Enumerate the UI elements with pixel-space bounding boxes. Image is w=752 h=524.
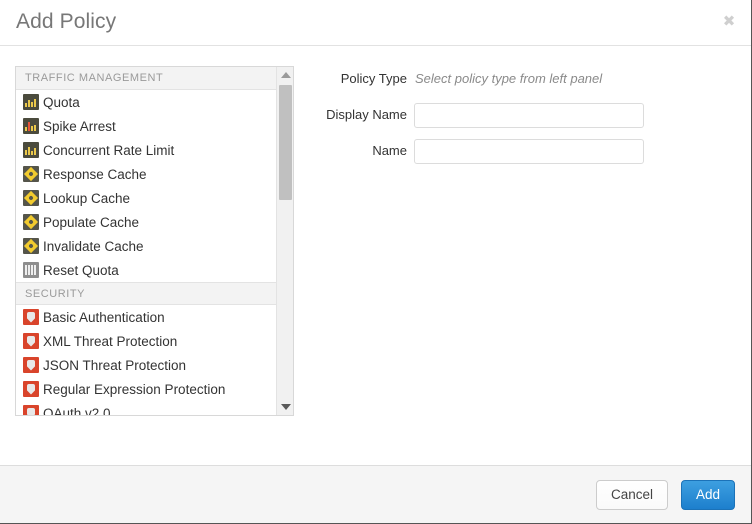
shield-icon bbox=[23, 309, 39, 325]
policy-item-xml-threat-protection[interactable]: XML Threat Protection bbox=[16, 329, 277, 353]
diamond-cache-icon bbox=[23, 214, 39, 230]
section-header-security: SECURITY bbox=[16, 282, 277, 305]
bar-chart-red-icon bbox=[23, 118, 39, 134]
policy-type-list: TRAFFIC MANAGEMENT Quota Spike Arrest bbox=[15, 66, 294, 416]
reset-quota-icon bbox=[23, 262, 39, 278]
policy-item-basic-authentication[interactable]: Basic Authentication bbox=[16, 305, 277, 329]
close-icon[interactable]: ✖ bbox=[720, 13, 738, 31]
bar-chart-icon bbox=[23, 94, 39, 110]
policy-item-label: XML Threat Protection bbox=[43, 334, 177, 349]
policy-item-reset-quota[interactable]: Reset Quota bbox=[16, 258, 277, 282]
diamond-cache-icon bbox=[23, 190, 39, 206]
cancel-button[interactable]: Cancel bbox=[596, 480, 668, 510]
policy-item-label: OAuth v2.0 bbox=[43, 406, 111, 416]
policy-list-scrollbar[interactable] bbox=[276, 67, 293, 415]
policy-item-response-cache[interactable]: Response Cache bbox=[16, 162, 277, 186]
policy-item-label: Concurrent Rate Limit bbox=[43, 143, 174, 158]
policy-item-label: JSON Threat Protection bbox=[43, 358, 186, 373]
policy-item-quota[interactable]: Quota bbox=[16, 90, 277, 114]
policy-item-label: Basic Authentication bbox=[43, 310, 165, 325]
name-input[interactable] bbox=[414, 139, 644, 164]
policy-item-label: Response Cache bbox=[43, 167, 147, 182]
name-label: Name bbox=[300, 138, 407, 164]
diamond-cache-icon bbox=[23, 238, 39, 254]
bar-chart-icon bbox=[23, 142, 39, 158]
shield-icon bbox=[23, 381, 39, 397]
form-row-name: Name bbox=[300, 138, 733, 164]
policy-item-label: Quota bbox=[43, 95, 80, 110]
scrollbar-thumb[interactable] bbox=[279, 85, 292, 200]
dialog-footer: Cancel Add bbox=[0, 465, 751, 523]
policy-item-label: Lookup Cache bbox=[43, 191, 130, 206]
section-header-traffic-management: TRAFFIC MANAGEMENT bbox=[16, 67, 277, 90]
diamond-cache-icon bbox=[23, 166, 39, 182]
policy-type-value: Select policy type from left panel bbox=[415, 66, 602, 92]
policy-item-label: Reset Quota bbox=[43, 263, 119, 278]
policy-item-invalidate-cache[interactable]: Invalidate Cache bbox=[16, 234, 277, 258]
dialog-header: Add Policy ✖ bbox=[0, 0, 751, 46]
form-row-policy-type: Policy Type Select policy type from left… bbox=[300, 66, 733, 92]
policy-type-label: Policy Type bbox=[300, 66, 407, 92]
policy-item-regular-expression-protection[interactable]: Regular Expression Protection bbox=[16, 377, 277, 401]
policy-item-spike-arrest[interactable]: Spike Arrest bbox=[16, 114, 277, 138]
page-title: Add Policy bbox=[16, 10, 116, 34]
shield-icon bbox=[23, 405, 39, 415]
policy-item-json-threat-protection[interactable]: JSON Threat Protection bbox=[16, 353, 277, 377]
policy-item-concurrent-rate-limit[interactable]: Concurrent Rate Limit bbox=[16, 138, 277, 162]
policy-item-label: Spike Arrest bbox=[43, 119, 116, 134]
form-row-display-name: Display Name bbox=[300, 102, 733, 128]
add-button[interactable]: Add bbox=[681, 480, 735, 510]
policy-item-oauth-v2[interactable]: OAuth v2.0 bbox=[16, 401, 277, 415]
policy-list-scroll-area: TRAFFIC MANAGEMENT Quota Spike Arrest bbox=[16, 67, 277, 415]
scroll-up-arrow-icon[interactable] bbox=[277, 67, 294, 83]
policy-item-label: Invalidate Cache bbox=[43, 239, 144, 254]
policy-item-lookup-cache[interactable]: Lookup Cache bbox=[16, 186, 277, 210]
shield-icon bbox=[23, 333, 39, 349]
display-name-input[interactable] bbox=[414, 103, 644, 128]
add-policy-dialog: Add Policy ✖ TRAFFIC MANAGEMENT Quota Sp bbox=[0, 0, 752, 524]
policy-details-form: Policy Type Select policy type from left… bbox=[300, 66, 733, 416]
policy-item-populate-cache[interactable]: Populate Cache bbox=[16, 210, 277, 234]
display-name-label: Display Name bbox=[300, 102, 407, 128]
scroll-down-arrow-icon[interactable] bbox=[277, 399, 294, 415]
shield-icon bbox=[23, 357, 39, 373]
dialog-body: TRAFFIC MANAGEMENT Quota Spike Arrest bbox=[0, 46, 751, 465]
policy-item-label: Populate Cache bbox=[43, 215, 139, 230]
policy-item-label: Regular Expression Protection bbox=[43, 382, 225, 397]
